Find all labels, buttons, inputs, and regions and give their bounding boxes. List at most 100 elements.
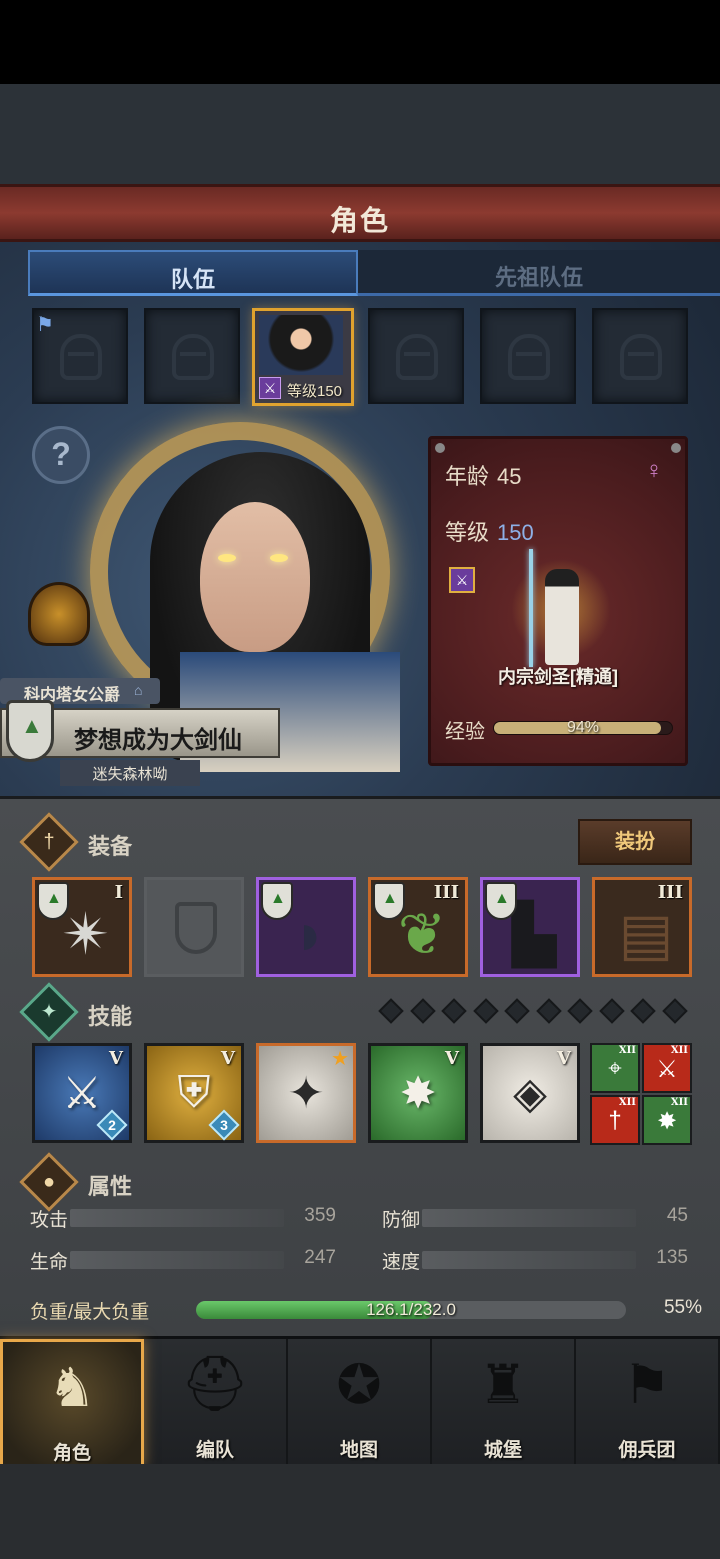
equipment-slot-1[interactable]: ✴I xyxy=(32,877,132,977)
passive-skill-rank: XII xyxy=(618,1045,636,1056)
attr-defense: 防御 45 xyxy=(382,1205,688,1231)
bottom-nav: ♞ 角色 ⛑ 编队 ✪ 地图 ♜ 城堡 ⚑ 佣兵团 xyxy=(0,1336,720,1467)
tier-label: I xyxy=(114,882,123,903)
card-pin xyxy=(671,443,681,453)
equipment-slot-3[interactable]: ◗ xyxy=(256,877,356,977)
equipment-slot-5[interactable]: ▙ xyxy=(480,877,580,977)
attr-speed: 速度 135 xyxy=(382,1247,688,1273)
passive-skill-3[interactable]: † XII xyxy=(590,1095,640,1145)
team-slots: ⚑ ⚔ 等级150 xyxy=(32,308,692,408)
age-row: 年龄 45 xyxy=(445,464,522,489)
dress-up-button[interactable]: 装扮 xyxy=(578,819,692,865)
skill-point-diamond xyxy=(567,998,593,1024)
guild-shield-icon xyxy=(485,882,517,920)
passive-skill-4[interactable]: ✸ XII xyxy=(642,1095,692,1145)
team-slot-2[interactable] xyxy=(144,308,240,404)
skill-badge-count: 3 xyxy=(220,1117,228,1133)
passive-skill-2[interactable]: ⚔ XII xyxy=(642,1043,692,1093)
team-slot-6[interactable] xyxy=(592,308,688,404)
exp-bar: 94% xyxy=(493,719,673,736)
slot-level: 等级150 xyxy=(287,383,343,400)
hero-face xyxy=(200,502,310,652)
attack-value: 359 xyxy=(304,1205,336,1226)
hero-eye xyxy=(270,554,288,562)
skill-point-diamond xyxy=(661,998,688,1024)
passive-skill-icon: ⚔ xyxy=(656,1056,678,1083)
attributes-title: 属性 xyxy=(88,1174,133,1199)
skill-slot-2[interactable]: ⛨ V 3 xyxy=(144,1043,244,1143)
passive-skill-1[interactable]: ⌖ XII xyxy=(590,1043,640,1093)
speed-value: 135 xyxy=(656,1247,688,1268)
skill-slot-3[interactable]: ✦ ★ xyxy=(256,1043,356,1143)
nav-label: 地图 xyxy=(339,1440,378,1461)
helmet-icon: ⛑ xyxy=(180,1354,250,1414)
knight-icon: ♞ xyxy=(47,1358,97,1418)
equipment-slot-2[interactable] xyxy=(144,877,244,977)
guild-shield-icon[interactable]: ▲ xyxy=(6,700,54,762)
team-slot-4[interactable] xyxy=(368,308,464,404)
tab-ancestor-team[interactable]: 先祖队伍 xyxy=(358,250,720,296)
hero-eye xyxy=(218,554,236,562)
skill-slot-4[interactable]: ✸ V xyxy=(368,1043,468,1143)
passive-skill-rank: XII xyxy=(670,1097,688,1108)
empty-helmet-icon xyxy=(620,334,662,380)
attr-hp: 生命 247 xyxy=(30,1247,336,1273)
nav-label: 编队 xyxy=(195,1440,234,1461)
passive-skill-rank: XII xyxy=(618,1097,636,1108)
hero-name: 梦想成为大剑仙 xyxy=(74,727,242,754)
book-icon: ▤ xyxy=(618,902,674,967)
passive-skills: ⌖ XII ⚔ XII † XII ✸ XII xyxy=(590,1043,694,1147)
age-value: 45 xyxy=(497,464,522,489)
guild-shield-icon xyxy=(373,882,405,920)
load-text: 126.1/232.0 xyxy=(366,1301,456,1319)
passive-skill-rank: XII xyxy=(670,1045,688,1056)
compass-icon: ✪ xyxy=(336,1355,382,1415)
team-slot-1[interactable]: ⚑ xyxy=(32,308,128,404)
skills-title: 技能 xyxy=(88,1004,133,1029)
load-row: 负重/最大负重 126.1/232.0 55% xyxy=(30,1295,702,1327)
skill-point-diamond xyxy=(441,998,467,1024)
skill-point-diamond xyxy=(504,998,530,1024)
level-row: 等级 150 xyxy=(445,520,534,545)
equipment-slot-4[interactable]: ❦III xyxy=(368,877,468,977)
nav-item-2[interactable]: ⛑ 编队 xyxy=(144,1339,288,1467)
detail-panel: † 装备 装扮 ✴I◗❦III▙▤III ✦ 技能 ⌖XII⚔XII†XII✸X… xyxy=(0,796,720,1336)
leader-flag-icon: ⚑ xyxy=(36,314,54,336)
urn-icon[interactable] xyxy=(28,582,90,646)
class-name: 内宗剑圣[精通] xyxy=(498,667,618,687)
skill-slot-5[interactable]: ◈ V xyxy=(480,1043,580,1143)
equipment-title: 装备 xyxy=(88,834,133,859)
hp-value: 247 xyxy=(304,1247,336,1268)
equipment-row: ✴I ◗❦III▙▤III xyxy=(32,877,696,977)
empty-shield-icon xyxy=(175,902,217,954)
skill-point-diamond xyxy=(472,998,499,1024)
skill-rank: V xyxy=(109,1048,123,1069)
level-value: 150 xyxy=(497,520,534,545)
nav-item-1[interactable]: ♞ 角色 xyxy=(0,1339,144,1467)
nav-item-5[interactable]: ⚑ 佣兵团 xyxy=(576,1339,720,1467)
skill-point-diamond xyxy=(598,998,625,1024)
nav-item-4[interactable]: ♜ 城堡 xyxy=(432,1339,576,1467)
status-bar xyxy=(0,0,720,84)
empty-helmet-icon xyxy=(172,334,214,380)
hero-title-banner: 科内塔女公爵 ⌂ 梦想成为大剑仙 ▲ 迷失森林呦 xyxy=(0,678,290,788)
skill-slot-1[interactable]: ⚔ V 2 xyxy=(32,1043,132,1143)
tab-team[interactable]: 队伍 xyxy=(28,250,358,296)
passive-skill-icon: ⌖ xyxy=(608,1055,622,1082)
equipment-slot-6[interactable]: ▤ III xyxy=(592,877,692,977)
nav-label: 角色 xyxy=(52,1443,91,1464)
team-slot-5[interactable] xyxy=(480,308,576,404)
skill-point-diamond xyxy=(378,998,404,1024)
load-label: 负重/最大负重 xyxy=(30,1302,150,1323)
team-slot-3[interactable]: ⚔ 等级150 xyxy=(252,308,354,406)
class-icon[interactable]: ⚔ xyxy=(449,567,475,593)
load-bar: 126.1/232.0 xyxy=(196,1301,626,1319)
star-icon: ★ xyxy=(331,1048,349,1070)
nav-item-3[interactable]: ✪ 地图 xyxy=(288,1339,432,1467)
skill-rank: V xyxy=(445,1048,459,1069)
nav-label: 城堡 xyxy=(483,1440,522,1461)
load-percent: 55% xyxy=(663,1297,702,1318)
skill-icon: ✸ xyxy=(399,1069,437,1118)
passive-skill-icon: † xyxy=(608,1107,622,1134)
skill-point-diamond xyxy=(630,998,656,1024)
